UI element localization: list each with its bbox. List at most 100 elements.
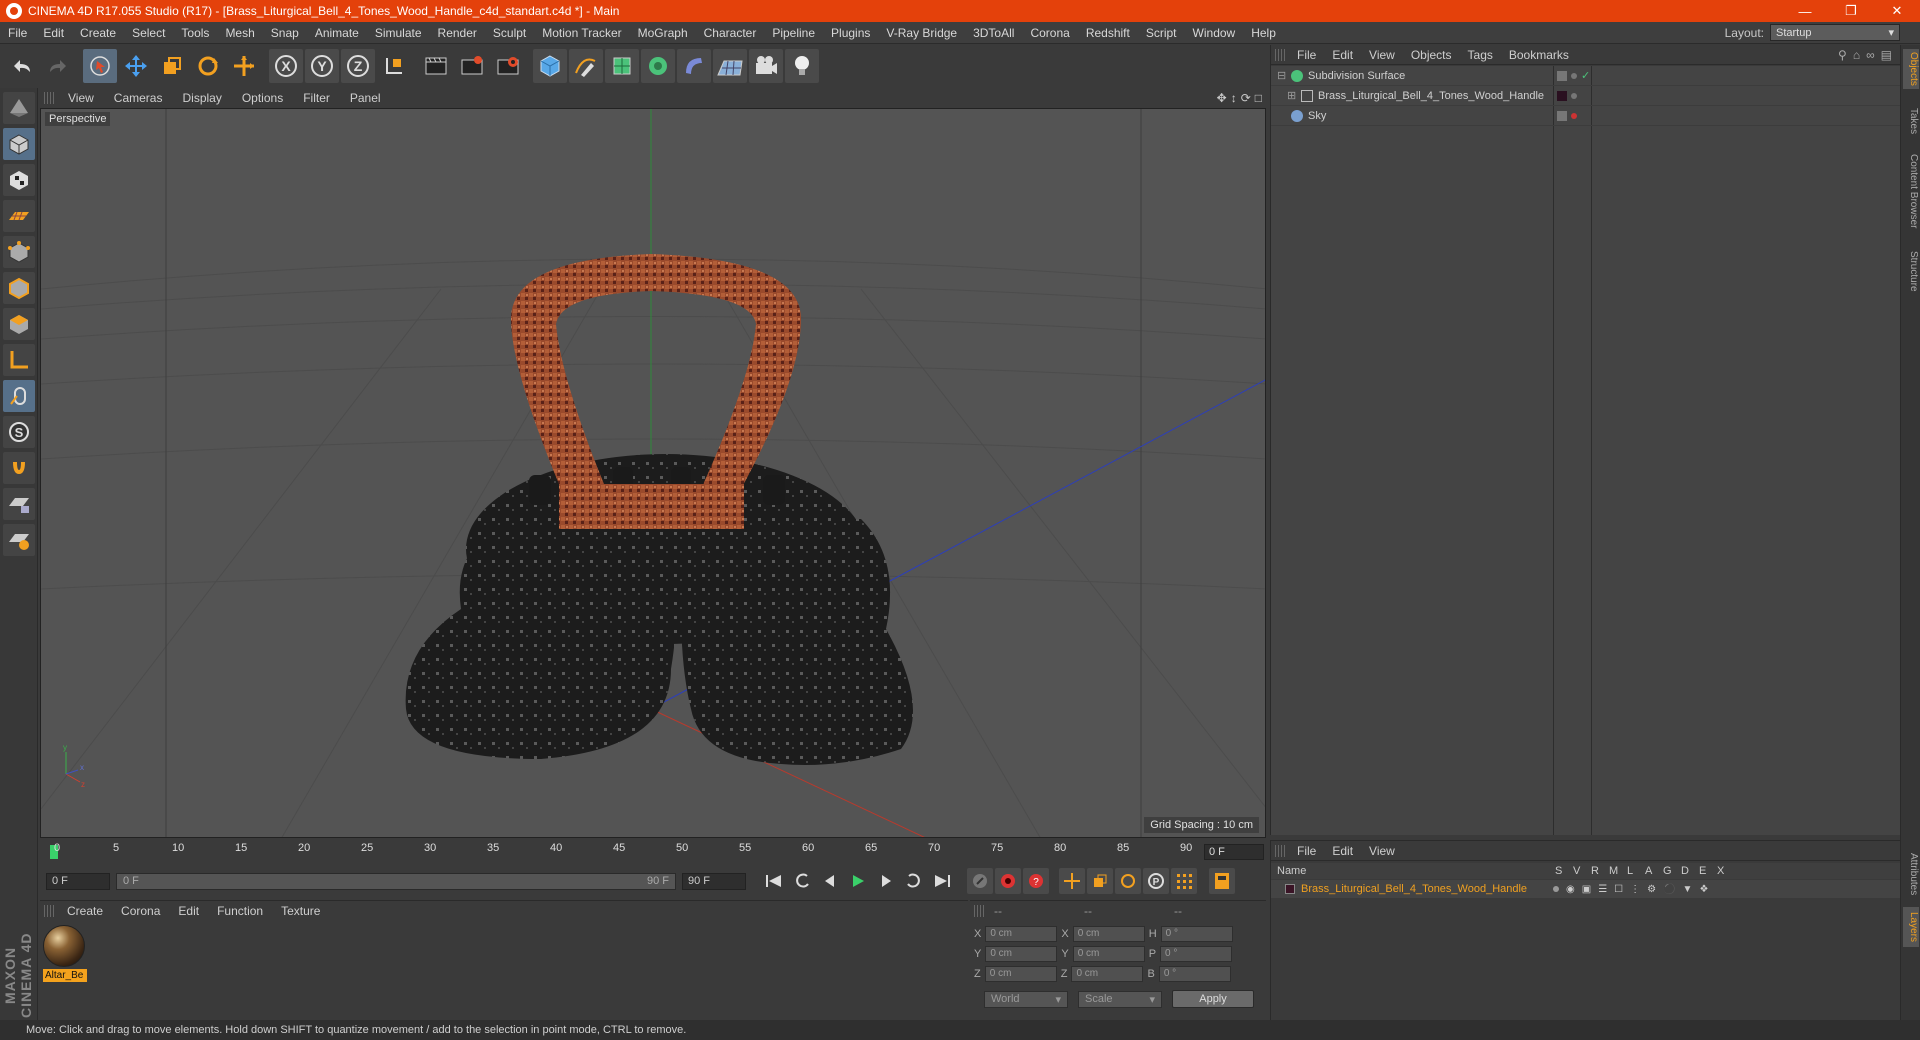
viewport-move-icon[interactable]: ✥ — [1217, 91, 1227, 105]
menu-select[interactable]: Select — [124, 26, 173, 40]
tab-layers[interactable]: Layers — [1903, 907, 1919, 947]
tab-content-browser[interactable]: Content Browser — [1903, 149, 1919, 233]
current-frame-field[interactable]: 0 F — [1204, 844, 1264, 860]
workplane-mode-button[interactable] — [3, 200, 35, 232]
coordinate-system-button[interactable] — [377, 49, 411, 83]
transform-tool-button[interactable] — [227, 49, 261, 83]
menu-window[interactable]: Window — [1185, 26, 1244, 40]
menu-sculpt[interactable]: Sculpt — [485, 26, 534, 40]
size-z-field[interactable]: 0 cm — [1071, 965, 1144, 982]
menu-vray-bridge[interactable]: V-Ray Bridge — [878, 26, 965, 40]
lock-icon[interactable]: ☐ — [1614, 884, 1623, 895]
tab-structure[interactable]: Structure — [1903, 245, 1919, 297]
polygons-mode-button[interactable] — [3, 308, 35, 340]
viewport-zoom-icon[interactable]: ↕ — [1231, 91, 1237, 105]
visibility-dot[interactable] — [1571, 112, 1577, 119]
menu-script[interactable]: Script — [1138, 26, 1185, 40]
perspective-viewport[interactable]: y z x Perspective Grid Spacing : 10 cm — [40, 108, 1266, 838]
deformer-button[interactable] — [677, 49, 711, 83]
layer-color-icon[interactable] — [1557, 90, 1567, 101]
viewport-rotate-icon[interactable]: ⟳ — [1241, 91, 1251, 105]
play-button[interactable] — [845, 868, 871, 894]
objects-menu-file[interactable]: File — [1289, 48, 1324, 62]
manager-icon[interactable]: ☰ — [1598, 884, 1607, 895]
go-to-end-button[interactable] — [929, 868, 955, 894]
layers-menu-edit[interactable]: Edit — [1324, 844, 1361, 858]
x-axis-lock-button[interactable]: X — [269, 49, 303, 83]
link-icon[interactable]: ∞ — [1866, 48, 1875, 62]
material-menu-texture[interactable]: Texture — [272, 904, 329, 918]
menu-motion-tracker[interactable]: Motion Tracker — [534, 26, 629, 40]
rotation-h-field[interactable]: 0 ° — [1160, 925, 1233, 942]
collapse-icon[interactable]: ⊟ — [1277, 69, 1291, 82]
layer-color-swatch[interactable] — [1285, 884, 1295, 894]
layer-row[interactable]: Brass_Liturgical_Bell_4_Tones_Wood_Handl… — [1271, 880, 1901, 898]
menu-pipeline[interactable]: Pipeline — [764, 26, 823, 40]
menu-3dtoall[interactable]: 3DToAll — [965, 26, 1022, 40]
viewport-menu-panel[interactable]: Panel — [340, 91, 391, 105]
viewport-menu-options[interactable]: Options — [232, 91, 293, 105]
expand-icon[interactable]: ⊞ — [1287, 89, 1301, 102]
axis-mode-button[interactable] — [3, 344, 35, 376]
menu-mesh[interactable]: Mesh — [217, 26, 262, 40]
next-key-button[interactable] — [901, 868, 927, 894]
move-tool-button[interactable] — [119, 49, 153, 83]
make-editable-button[interactable] — [3, 92, 35, 124]
rotate-tool-button[interactable] — [191, 49, 225, 83]
snap-button[interactable] — [3, 452, 35, 484]
menu-corona[interactable]: Corona — [1022, 26, 1077, 40]
workplane-lock-button[interactable] — [3, 488, 35, 520]
position-x-field[interactable]: 0 cm — [985, 925, 1058, 942]
visibility-dot[interactable] — [1571, 92, 1577, 99]
start-frame-field[interactable]: 0 F — [46, 872, 110, 890]
object-row[interactable]: ⊟ Subdivision Surface ✓ — [1271, 66, 1901, 86]
tweak-mode-button[interactable] — [3, 380, 35, 412]
render-picture-viewer-button[interactable] — [455, 49, 489, 83]
solo-toggle[interactable] — [1553, 885, 1559, 892]
light-object-button[interactable] — [785, 49, 819, 83]
position-y-field[interactable]: 0 cm — [985, 945, 1058, 962]
layers-menu-file[interactable]: File — [1289, 844, 1324, 858]
tab-takes[interactable]: Takes — [1903, 105, 1919, 137]
cloner-button[interactable] — [641, 49, 675, 83]
new-panel-icon[interactable]: ▤ — [1881, 48, 1892, 62]
frame-range-slider[interactable]: 0 F 90 F — [116, 872, 676, 890]
menu-render[interactable]: Render — [430, 26, 485, 40]
rotation-p-field[interactable]: 0 ° — [1160, 945, 1233, 962]
menu-simulate[interactable]: Simulate — [367, 26, 430, 40]
objects-menu-tags[interactable]: Tags — [1460, 48, 1501, 62]
keyframe-selection-button[interactable]: ? — [1023, 868, 1049, 894]
previous-key-button[interactable] — [789, 868, 815, 894]
go-to-start-button[interactable] — [761, 868, 787, 894]
menu-plugins[interactable]: Plugins — [823, 26, 878, 40]
objects-menu-bookmarks[interactable]: Bookmarks — [1501, 48, 1577, 62]
objects-menu-view[interactable]: View — [1361, 48, 1403, 62]
close-button[interactable]: ✕ — [1874, 0, 1920, 22]
object-row[interactable]: Sky — [1271, 106, 1901, 126]
material-menu-corona[interactable]: Corona — [112, 904, 169, 918]
viewport-menu-view[interactable]: View — [58, 91, 104, 105]
material-menu-edit[interactable]: Edit — [169, 904, 208, 918]
expressions-icon[interactable]: ▼ — [1683, 884, 1693, 895]
viewport-menu-display[interactable]: Display — [172, 91, 231, 105]
menu-edit[interactable]: Edit — [35, 26, 72, 40]
menu-animate[interactable]: Animate — [307, 26, 367, 40]
y-axis-lock-button[interactable]: Y — [305, 49, 339, 83]
menu-tools[interactable]: Tools — [173, 26, 217, 40]
viewport-menu-filter[interactable]: Filter — [293, 91, 340, 105]
rotation-b-field[interactable]: 0 ° — [1158, 965, 1231, 982]
autokeying-button[interactable] — [995, 868, 1021, 894]
next-frame-button[interactable] — [873, 868, 899, 894]
redo-button[interactable] — [41, 49, 75, 83]
spline-pen-button[interactable] — [569, 49, 603, 83]
frame-ruler[interactable]: 0 5 10 15 20 25 30 35 40 45 50 55 60 65 … — [50, 842, 1192, 862]
scale-tool-button[interactable] — [155, 49, 189, 83]
tab-objects[interactable]: Objects — [1903, 49, 1919, 89]
record-keys-button[interactable] — [967, 868, 993, 894]
layers-menu-view[interactable]: View — [1361, 844, 1403, 858]
undo-button[interactable] — [5, 49, 39, 83]
menu-redshift[interactable]: Redshift — [1078, 26, 1138, 40]
material-menu-create[interactable]: Create — [58, 904, 112, 918]
end-frame-field[interactable]: 90 F — [682, 872, 746, 890]
menu-help[interactable]: Help — [1243, 26, 1284, 40]
